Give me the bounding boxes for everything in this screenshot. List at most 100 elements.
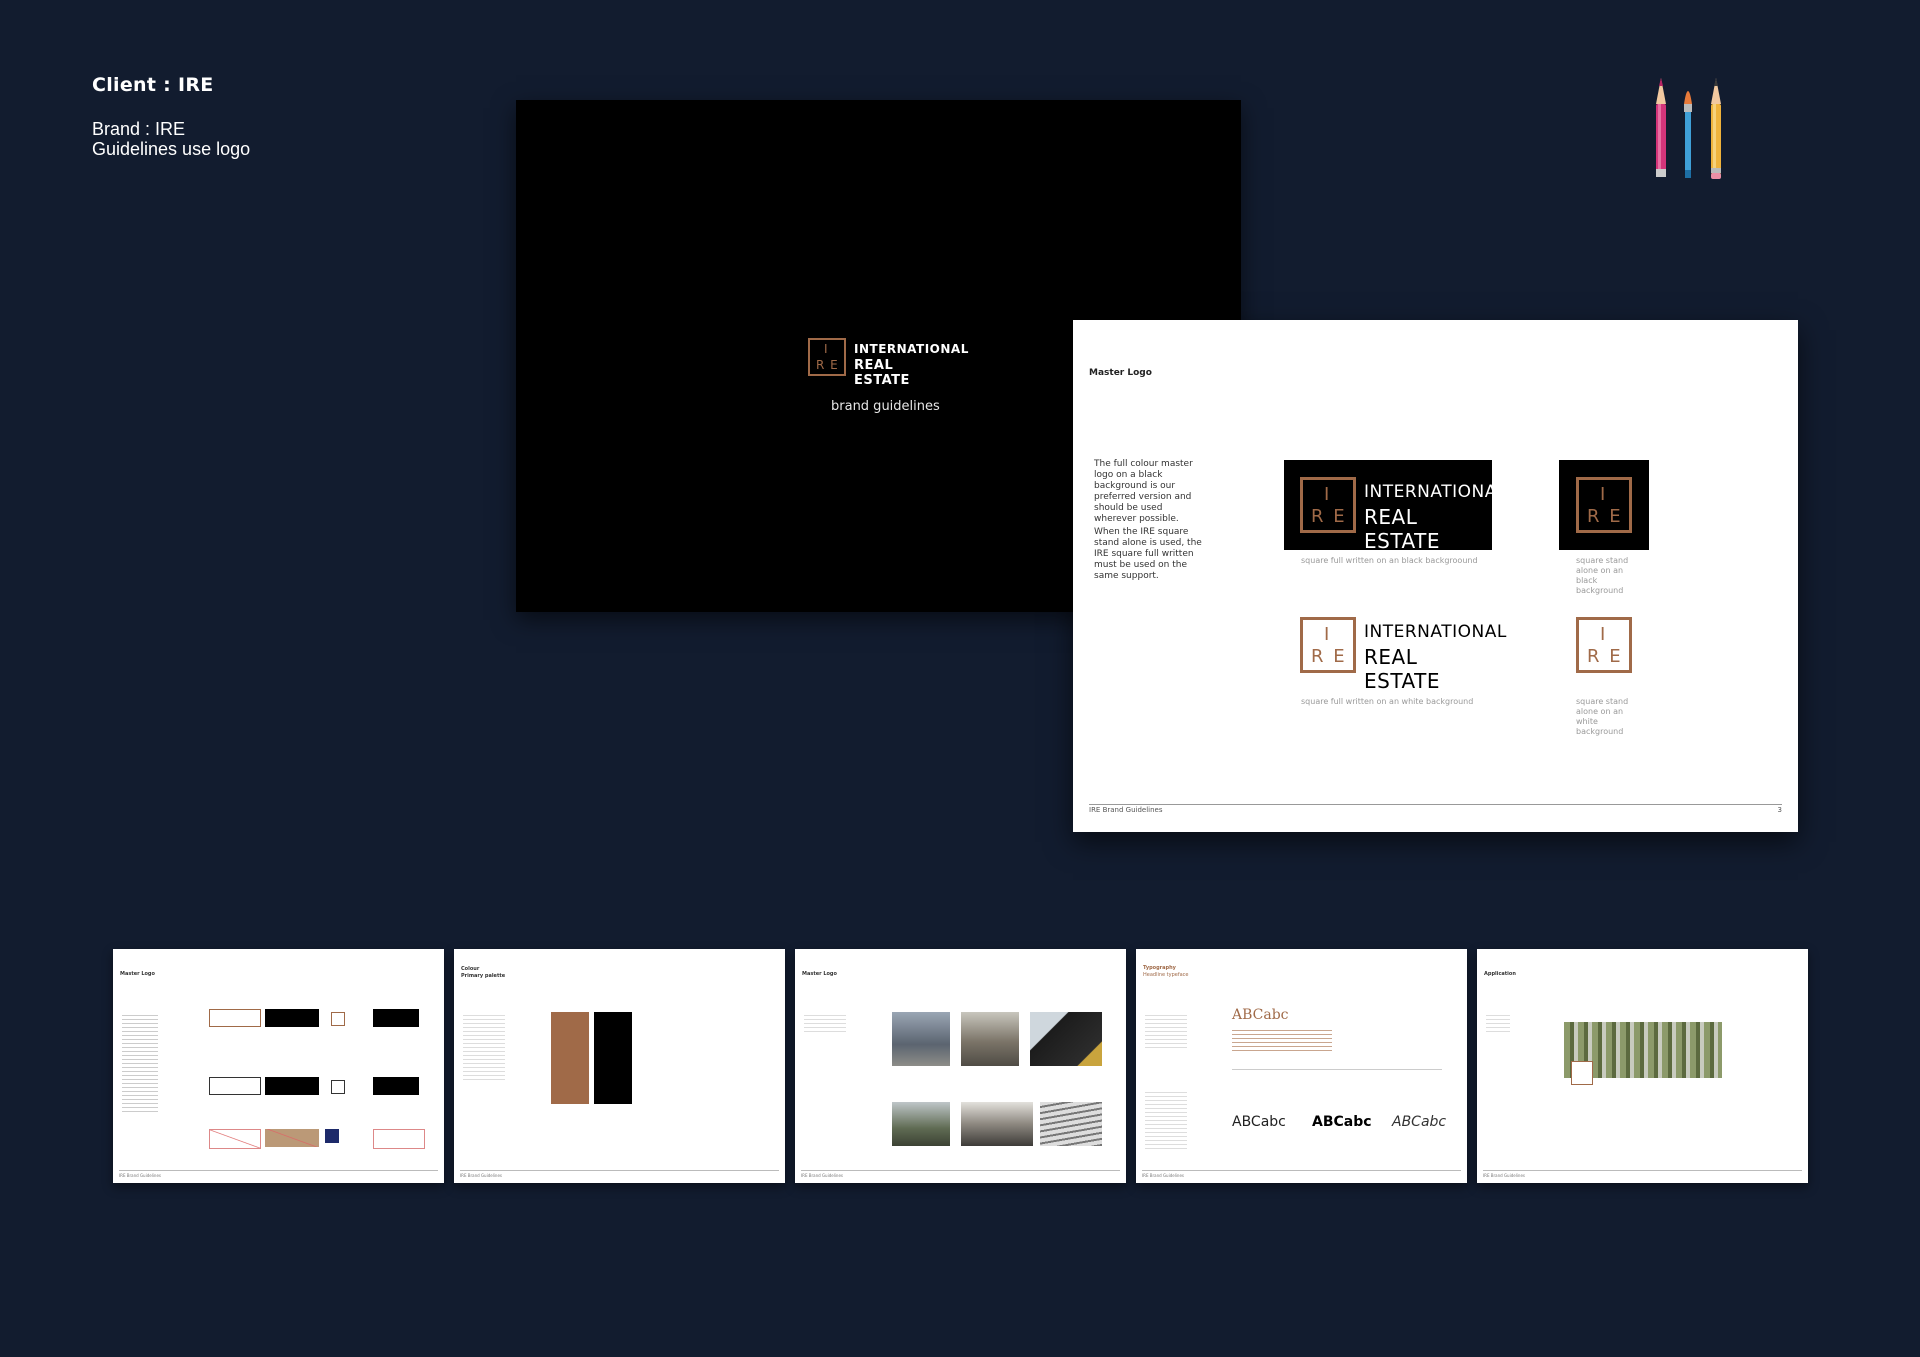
logo-line2: REAL ESTATE bbox=[1364, 645, 1440, 693]
photo-modern-building bbox=[1040, 1102, 1102, 1146]
thumb-title: Application bbox=[1484, 971, 1516, 977]
mini-logo-bw bbox=[209, 1077, 261, 1095]
pencils-icon bbox=[1656, 78, 1721, 179]
unacceptable-logo bbox=[373, 1129, 425, 1149]
thumb-footer: IRE Brand Guidelines bbox=[119, 1173, 161, 1178]
thumb-footer-line bbox=[801, 1170, 1120, 1171]
caption-white-square: square stand alone on an white backgroun… bbox=[1576, 697, 1629, 736]
glyph-lines bbox=[1232, 1027, 1332, 1051]
logo-black-full: I R E INTERNATIONAL REAL ESTATE bbox=[1284, 460, 1506, 553]
thumb-footer-line bbox=[1483, 1170, 1802, 1171]
logo-line2: REAL ESTATE bbox=[1364, 505, 1440, 553]
brand-label: Brand : IRE bbox=[92, 119, 186, 139]
logo-line1: INTERNATIONAL bbox=[1364, 622, 1507, 642]
master-logo-page: Master Logo The full colour master logo … bbox=[1073, 320, 1798, 832]
thumb-text-block bbox=[1145, 1012, 1187, 1048]
thumb-text-block bbox=[804, 1012, 846, 1032]
mark-top: I bbox=[1600, 484, 1606, 505]
logo-line2: REAL ESTATE bbox=[854, 358, 910, 388]
photo-street bbox=[961, 1012, 1019, 1066]
mini-logo bbox=[209, 1009, 261, 1027]
unacceptable-logo bbox=[325, 1129, 339, 1143]
photo-city bbox=[892, 1012, 950, 1066]
rule-paragraph: When the IRE square stand alone is used,… bbox=[1094, 527, 1202, 581]
caption-black-full: square full written on an black backgroo… bbox=[1301, 556, 1478, 565]
photo-interior bbox=[961, 1102, 1033, 1146]
thumb-text-block bbox=[1486, 1012, 1510, 1032]
divider bbox=[1232, 1069, 1442, 1070]
thumb-footer: IRE Brand Guidelines bbox=[1142, 1173, 1184, 1178]
thumbnail-application[interactable]: Application IRE Brand Guidelines bbox=[1477, 949, 1808, 1183]
intro-paragraph: The full colour master logo on a black b… bbox=[1094, 459, 1193, 524]
thumb-footer: IRE Brand Guidelines bbox=[801, 1173, 843, 1178]
mark-top: I bbox=[1324, 624, 1330, 645]
page-title: Master Logo bbox=[1089, 368, 1152, 378]
mark-top: I bbox=[1600, 624, 1606, 645]
thumb-subtitle: Headline typeface bbox=[1143, 972, 1189, 978]
ire-square-icon: I R E bbox=[1576, 477, 1632, 533]
logo-white-full: I R E INTERNATIONAL REAL ESTATE bbox=[1284, 600, 1506, 693]
thumb-text-block bbox=[122, 1012, 158, 1112]
mini-square-bw bbox=[331, 1080, 345, 1094]
logo-black-square: I R E bbox=[1559, 460, 1649, 550]
ire-square-icon: I R E bbox=[1576, 617, 1632, 673]
mini-square-black-bw bbox=[373, 1077, 419, 1095]
logo-line1: INTERNATIONAL bbox=[854, 342, 969, 356]
client-label: Client : IRE bbox=[92, 74, 214, 96]
thumb-footer-line bbox=[1142, 1170, 1461, 1171]
cover-logo: I R E INTERNATIONAL REAL ESTATE bbox=[808, 338, 968, 388]
body-sample-bold: ABCabc bbox=[1312, 1114, 1372, 1130]
unacceptable-logo bbox=[265, 1129, 319, 1147]
unacceptable-logo bbox=[209, 1129, 261, 1149]
thumb-title: Master Logo bbox=[802, 971, 837, 977]
mark-bottom: R E bbox=[1587, 646, 1623, 667]
mark-top: I bbox=[1324, 484, 1330, 505]
mini-square bbox=[331, 1012, 345, 1026]
mark-bottom: R E bbox=[816, 358, 839, 372]
photo-green-facade bbox=[892, 1102, 950, 1146]
mark-top: I bbox=[824, 342, 828, 356]
thumb-subtitle: Primary palette bbox=[461, 973, 506, 979]
ire-square-icon bbox=[1571, 1061, 1593, 1085]
pencil-yellow-icon bbox=[1711, 78, 1721, 179]
body-sample-light: ABCabc bbox=[1232, 1114, 1286, 1130]
thumb-title: Master Logo bbox=[120, 971, 155, 977]
mini-logo-black bbox=[265, 1009, 319, 1027]
thumbnail-logo-on-photos[interactable]: Master Logo IRE Brand Guidelines bbox=[795, 949, 1126, 1183]
thumb-text-block bbox=[1145, 1089, 1187, 1149]
paintbrush-blue-icon bbox=[1684, 91, 1692, 178]
thumbnail-master-logo-variants[interactable]: Master Logo IRE Brand Guidelines bbox=[113, 949, 444, 1183]
mini-square-black bbox=[373, 1009, 419, 1027]
mark-bottom: R E bbox=[1311, 506, 1347, 527]
logo-white-square: I R E bbox=[1559, 600, 1649, 690]
guidelines-label: Guidelines use logo bbox=[92, 139, 251, 159]
thumbnail-colour-palette[interactable]: Colour Primary palette IRE Brand Guideli… bbox=[454, 949, 785, 1183]
thumb-footer: IRE Brand Guidelines bbox=[460, 1173, 502, 1178]
thumb-title: Colour bbox=[461, 966, 480, 972]
thumb-title: Typography bbox=[1143, 965, 1176, 971]
ire-square-icon: I R E bbox=[808, 338, 846, 376]
body-sample-italic: ABCabc bbox=[1392, 1114, 1447, 1130]
page-number: 3 bbox=[1777, 806, 1782, 814]
logo-line1: INTERNATIONAL bbox=[1364, 482, 1507, 502]
thumb-footer-line bbox=[119, 1170, 438, 1171]
ire-square-icon: I R E bbox=[1300, 617, 1356, 673]
thumb-text-block bbox=[463, 1012, 505, 1082]
ire-square-icon: I R E bbox=[1300, 477, 1356, 533]
mark-bottom: R E bbox=[1587, 506, 1623, 527]
thumbnail-typography[interactable]: Typography Headline typeface ABCabc ABCa… bbox=[1136, 949, 1467, 1183]
mini-logo-black-bw bbox=[265, 1077, 319, 1095]
mark-bottom: R E bbox=[1311, 646, 1347, 667]
pencil-pink-icon bbox=[1656, 78, 1666, 177]
footer-label: IRE Brand Guidelines bbox=[1089, 806, 1163, 814]
swatch-black bbox=[594, 1012, 632, 1104]
thumb-footer: IRE Brand Guidelines bbox=[1483, 1173, 1525, 1178]
caption-black-square: square stand alone on an black backgroun… bbox=[1576, 556, 1629, 595]
photo-building bbox=[1030, 1012, 1102, 1066]
swatch-copper bbox=[551, 1012, 589, 1104]
cover-subtitle: brand guidelines bbox=[831, 399, 940, 414]
headline-sample: ABCabc bbox=[1232, 1007, 1289, 1023]
footer-divider bbox=[1089, 804, 1782, 805]
thumb-footer-line bbox=[460, 1170, 779, 1171]
caption-white-full: square full written on an white backgrou… bbox=[1301, 697, 1474, 706]
